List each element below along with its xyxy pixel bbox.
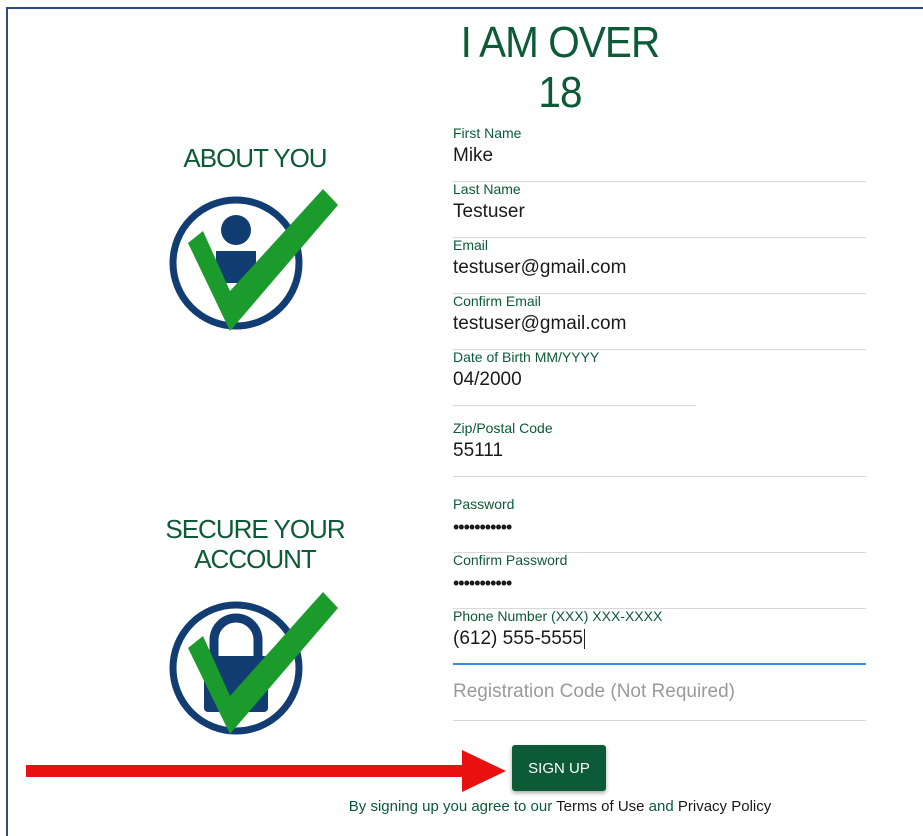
confirm-password-value[interactable]: •••••••••••: [453, 571, 866, 595]
password-value[interactable]: •••••••••••: [453, 515, 866, 539]
last-name-label: Last Name: [453, 181, 521, 197]
terms-notice: By signing up you agree to our Terms of …: [300, 798, 820, 815]
phone-number-field[interactable]: Phone Number (XXX) XXX-XXXX (612) 555-55…: [453, 608, 866, 665]
registration-code-underline: [453, 720, 866, 721]
phone-number-label: Phone Number (XXX) XXX-XXXX: [453, 608, 663, 624]
secure-heading-line2: ACCOUNT: [194, 544, 317, 574]
page-title: I AM OVER 18: [460, 18, 661, 117]
secure-account-heading: SECURE YOUR ACCOUNT: [140, 514, 370, 574]
confirm-email-value[interactable]: testuser@gmail.com: [453, 312, 866, 336]
last-name-field[interactable]: Last Name Testuser: [453, 181, 866, 238]
date-of-birth-field[interactable]: Date of Birth MM/YYYY 04/2000: [453, 349, 696, 406]
first-name-label: First Name: [453, 125, 522, 141]
zip-code-value[interactable]: 55111: [453, 439, 866, 463]
password-label: Password: [453, 496, 515, 512]
privacy-policy-link[interactable]: Privacy Policy: [678, 798, 771, 815]
zip-code-label: Zip/Postal Code: [453, 420, 553, 436]
lock-check-icon: [169, 592, 338, 735]
date-of-birth-value[interactable]: 04/2000: [453, 368, 696, 392]
confirm-email-field[interactable]: Confirm Email testuser@gmail.com: [453, 293, 866, 350]
red-arrow-pointer-icon: [26, 750, 506, 792]
password-field[interactable]: Password •••••••••••: [453, 496, 866, 553]
about-you-heading: ABOUT YOU: [183, 143, 327, 173]
phone-number-value: (612) 555-5555: [453, 628, 583, 649]
date-of-birth-label: Date of Birth MM/YYYY: [453, 349, 600, 365]
terms-of-use-link[interactable]: Terms of Use: [556, 798, 644, 815]
last-name-value[interactable]: Testuser: [453, 200, 866, 224]
terms-and: and: [648, 798, 674, 815]
text-cursor: [583, 628, 585, 649]
confirm-password-field[interactable]: Confirm Password •••••••••••: [453, 552, 866, 609]
email-value[interactable]: testuser@gmail.com: [453, 256, 866, 280]
sign-up-button[interactable]: SIGN UP: [512, 745, 606, 791]
confirm-email-label: Confirm Email: [453, 293, 541, 309]
first-name-value[interactable]: Mike: [453, 144, 866, 168]
terms-prefix: By signing up you agree to our: [348, 798, 553, 815]
first-name-field[interactable]: First Name Mike: [453, 125, 866, 182]
email-field[interactable]: Email testuser@gmail.com: [453, 237, 866, 294]
confirm-password-label: Confirm Password: [453, 552, 568, 568]
secure-heading-line1: SECURE YOUR: [165, 514, 345, 544]
registration-code-input[interactable]: Registration Code (Not Required): [453, 681, 735, 703]
email-label: Email: [453, 237, 489, 253]
phone-number-input[interactable]: (612) 555-5555: [453, 627, 866, 651]
person-check-icon: [169, 189, 338, 331]
zip-code-field[interactable]: Zip/Postal Code 55111: [453, 420, 866, 477]
